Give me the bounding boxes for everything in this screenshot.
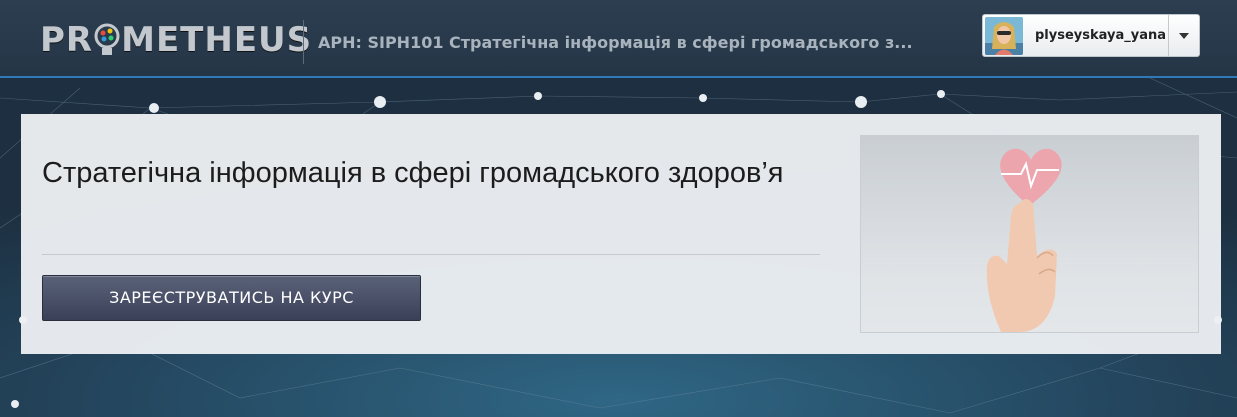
course-hero-card: Стратегічна інформація в сфері громадськ… — [21, 114, 1221, 354]
user-avatar-icon — [985, 17, 1023, 55]
course-breadcrumb[interactable]: APH: SIPH101 Стратегічна інформація в сф… — [318, 33, 913, 52]
user-dropdown-toggle[interactable] — [1168, 15, 1199, 56]
enroll-button[interactable]: ЗАРЕЄСТРУВАТИСЬ НА КУРС — [42, 275, 421, 321]
user-menu-button[interactable]: plyseyskaya_yana — [982, 14, 1200, 57]
course-image — [860, 135, 1199, 333]
username-label: plyseyskaya_yana — [1035, 28, 1167, 43]
lightbulb-logo-icon — [94, 23, 120, 55]
top-navbar: PR METHEUS APH: SIPH101 Стратегічна інфо… — [0, 0, 1237, 78]
course-title: Стратегічна інформація в сфері громадськ… — [42, 157, 784, 189]
avatar[interactable] — [985, 17, 1023, 55]
prometheus-logo[interactable]: PR METHEUS — [40, 20, 312, 60]
caret-down-icon — [1179, 33, 1189, 39]
heart-hand-image — [986, 148, 1062, 332]
card-divider — [42, 254, 820, 255]
header-divider — [303, 20, 304, 64]
